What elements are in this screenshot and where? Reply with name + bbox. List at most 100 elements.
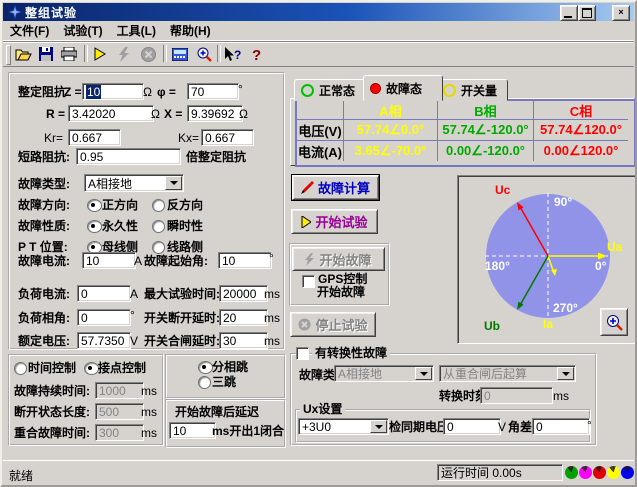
stop-icon [298,318,311,331]
kx-input[interactable]: 0.667 [201,129,254,146]
z-unit: Ω [143,86,152,99]
stop-test-button: 停止试验 [290,312,376,337]
z-input[interactable]: 10 [82,83,144,100]
load-current-label: 负荷电流: [18,288,70,301]
delay-input[interactable]: 10 [169,422,216,439]
r-unit: Ω [151,108,160,121]
gps-control-checkbox[interactable] [302,275,315,288]
radio-phase-trip[interactable] [198,361,213,374]
start-fault-button: 开始故障 [292,247,385,271]
fault-values-table: A相 B相 C相 电压(V) 57.74∠0.0° 57.74∠-120.0° … [295,99,636,167]
r-input[interactable]: 3.42020 [68,105,154,122]
play-icon [301,216,311,228]
maximize-button[interactable] [578,5,596,21]
phi-input[interactable]: 70 [187,83,239,100]
minimize-button[interactable] [560,5,578,21]
max-time-input[interactable]: 20000 [219,285,268,302]
rated-voltage-input[interactable]: 57.7350 [77,332,131,349]
angle-diff-unit: ° [587,419,592,432]
sync-voltage-input[interactable]: 0 [443,418,501,435]
print-icon[interactable] [58,44,80,64]
fault-calc-button[interactable]: 故障计算 [292,175,379,200]
menubar: 文件(F) 试验(T) 工具(L) 帮助(H) [3,21,634,41]
kr-input[interactable]: 0.667 [68,129,121,146]
transfer-fault-checkbox[interactable] [296,347,309,360]
phasor-zoom-button[interactable] [600,308,628,336]
reclose-time-label: 重合故障时间: [14,427,90,440]
tab-fault-state[interactable]: 故障态 [363,75,443,101]
load-current-input[interactable]: 0 [77,285,131,302]
led-blue-icon [621,466,634,479]
x-unit: Ω [239,108,248,121]
fault-type-select[interactable]: A相接地 [84,174,184,192]
tab-normal-label: 正常态 [319,82,355,99]
yellow-circle-icon [443,84,456,97]
fault-angle-input[interactable]: 10 [218,252,272,269]
close-button[interactable]: × [612,5,630,21]
ux-select[interactable]: +3U0 [298,418,389,435]
menu-test[interactable]: 试验(T) [56,20,109,41]
close-delay-input[interactable]: 30 [219,332,268,349]
x-input[interactable]: 9.39692 [187,105,243,122]
app-window: 整组试验 × 文件(F) 试验(T) 工具(L) 帮助(H) ? ? 整定阻抗:… [0,0,637,487]
open-delay-label: 开关断开延时: [144,312,220,325]
open-icon[interactable] [12,44,34,64]
pt-position-label: P T 位置: [18,241,68,254]
start-test-icon[interactable] [89,44,111,64]
save-icon[interactable] [35,44,57,64]
fault-direction-label: 故障方向: [18,199,70,212]
table-corner-cell [297,101,344,120]
load-current-unit: A [130,288,138,301]
radio-time-control[interactable] [14,362,27,375]
stop-test-label: 停止试验 [315,315,367,334]
radio-transient[interactable] [152,220,165,233]
chevron-down-icon[interactable] [165,176,182,190]
radio-three-trip[interactable] [198,376,211,389]
load-angle-unit: ° [130,309,135,322]
tab-switch-label: 开关量 [461,82,497,99]
ua-label: Ua [607,240,623,254]
radio-forward-label: 正方向 [102,199,138,212]
radio-reverse[interactable] [152,199,165,212]
chevron-down-icon[interactable] [370,420,387,433]
calculator-icon[interactable] [169,44,191,64]
impedance-label: 整定阻抗: [18,86,70,99]
tab-normal-state[interactable]: 正常态 [294,79,370,101]
context-help-icon[interactable]: ? [222,44,244,64]
angle-0-label: 0° [595,259,607,273]
short-impedance-label: 短路阻抗: [18,151,70,164]
phi-unit: ° [238,83,243,96]
angle-diff-input[interactable]: 0 [532,418,590,435]
transfer-moment-unit: ms [553,390,569,403]
load-angle-input[interactable]: 0 [77,309,131,326]
help-icon[interactable]: ? [246,44,268,64]
fault-type-label: 故障类型: [18,178,70,191]
open-delay-input[interactable]: 20 [219,309,268,326]
radio-transient-label: 瞬时性 [167,220,203,233]
tab-switch-state[interactable]: 开关量 [436,79,508,101]
fault-angle-label: 故障起始角: [144,255,208,268]
lightning-icon [305,253,315,266]
radio-permanent[interactable] [87,220,102,233]
fault-duration-unit: ms [141,385,157,398]
menu-file[interactable]: 文件(F) [3,20,56,41]
start-test-button[interactable]: 开始试验 [291,209,378,234]
menu-tools[interactable]: 工具(L) [110,20,163,41]
led-green-icon [565,466,578,479]
zoom-icon[interactable] [193,44,215,64]
col-header-phase-c: C相 [534,101,628,120]
col-header-phase-a: A相 [344,101,438,120]
app-icon [8,5,22,19]
radio-contact-control[interactable] [84,362,99,375]
short-impedance-input[interactable]: 0.95 [76,148,181,165]
radio-forward[interactable] [87,199,102,212]
radio-line-side[interactable] [152,241,165,254]
start-test-label: 开始试验 [315,212,367,231]
window-title: 整组试验 [25,4,77,21]
current-a-cell: 3.65∠-70.0° [344,141,438,161]
radio-phase-trip-label: 分相跳 [212,361,248,374]
menu-help[interactable]: 帮助(H) [163,20,218,41]
reclose-time-input: 300 [95,424,144,441]
fault-current-input[interactable]: 10 [82,252,136,269]
transfer-timing-select: 从重合闸后起算 [439,365,576,382]
